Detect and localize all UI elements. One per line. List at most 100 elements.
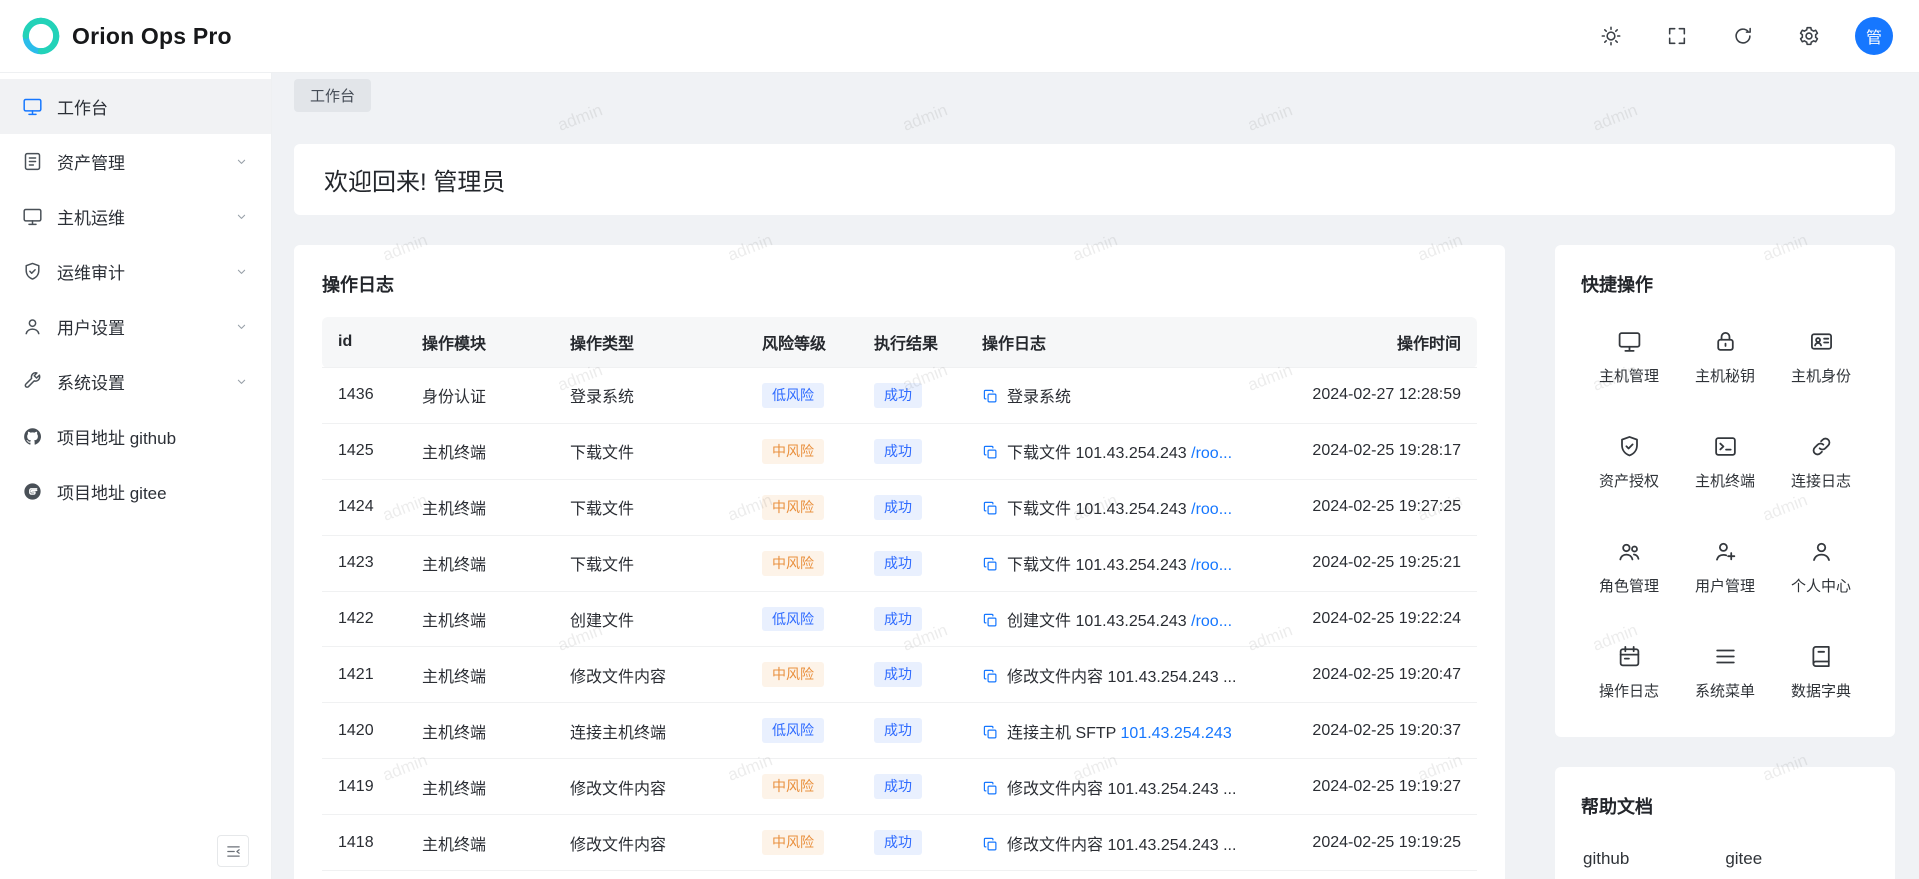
log-text: 修改文件内容 101.43.254.243 ... xyxy=(1007,837,1236,854)
quick-action-label: 系统菜单 xyxy=(1695,680,1755,701)
theme-toggle-button[interactable] xyxy=(1591,16,1631,56)
copy-icon[interactable] xyxy=(982,836,999,853)
cell-time: 2024-02-25 19:19:24 xyxy=(1282,871,1477,879)
cell-module: 主机终端 xyxy=(406,815,554,871)
cell-id: 1419 xyxy=(322,759,406,815)
sun-icon xyxy=(1600,25,1622,47)
quick-action-personal-center[interactable]: 个人中心 xyxy=(1773,539,1869,596)
sidebar-item-system-settings[interactable]: 系统设置 xyxy=(0,354,271,409)
log-link[interactable]: 101.43.254.243 xyxy=(1121,725,1232,742)
terminal-icon xyxy=(1713,434,1738,459)
welcome-title: 欢迎回来! 管理员 xyxy=(324,162,505,197)
help-link-gitee[interactable]: gitee xyxy=(1725,849,1762,869)
quick-action-data-dict[interactable]: 数据字典 xyxy=(1773,644,1869,701)
risk-badge: 中风险 xyxy=(762,551,824,576)
table-row: 1419主机终端修改文件内容中风险成功修改文件内容 101.43.254.243… xyxy=(322,759,1477,815)
copy-icon[interactable] xyxy=(982,612,999,629)
sidebar-item-workbench[interactable]: 工作台 xyxy=(0,79,271,134)
quick-action-label: 主机秘钥 xyxy=(1695,365,1755,386)
cell-module: 主机终端 xyxy=(406,479,554,535)
sidebar-collapse-button[interactable] xyxy=(217,835,249,867)
quick-action-label: 主机管理 xyxy=(1599,365,1659,386)
quick-actions-title: 快捷操作 xyxy=(1581,271,1869,297)
quick-action-label: 用户管理 xyxy=(1695,575,1755,596)
github-icon xyxy=(22,426,43,447)
quick-action-operation-log[interactable]: 操作日志 xyxy=(1581,644,1677,701)
sidebar-item-ops-audit[interactable]: 运维审计 xyxy=(0,244,271,299)
copy-icon[interactable] xyxy=(982,556,999,573)
table-header-row: id操作模块操作类型风险等级执行结果操作日志操作时间 xyxy=(322,317,1477,368)
quick-action-connect-log[interactable]: 连接日志 xyxy=(1773,434,1869,491)
log-text: 下载文件 101.43.254.243 xyxy=(1007,501,1191,518)
sidebar-menu: 工作台资产管理主机运维运维审计用户设置系统设置项目地址 github 项目地址 g… xyxy=(0,79,271,519)
copy-icon[interactable] xyxy=(982,500,999,517)
cell-time: 2024-02-25 19:27:25 xyxy=(1282,479,1477,535)
content-columns: 操作日志 id操作模块操作类型风险等级执行结果操作日志操作时间 1436身份认证… xyxy=(294,245,1895,879)
cell-log: 创建文件 101.43.254.243 /roo... xyxy=(966,591,1282,647)
copy-icon[interactable] xyxy=(982,724,999,741)
cell-log: 修改文件内容 101.43.254.243 ... xyxy=(966,871,1282,879)
cell-id: 1436 xyxy=(322,368,406,424)
log-link[interactable]: /roo... xyxy=(1191,445,1232,462)
sidebar: 工作台资产管理主机运维运维审计用户设置系统设置项目地址 github 项目地址 g… xyxy=(0,73,272,879)
cell-type: 下载文件 xyxy=(554,423,746,479)
user-avatar[interactable]: 管 xyxy=(1855,17,1893,55)
cell-module: 主机终端 xyxy=(406,535,554,591)
chevron-down-icon xyxy=(234,154,249,169)
header-actions: 管 xyxy=(1591,16,1893,56)
sidebar-item-gitee[interactable]: 项目地址 gitee xyxy=(0,464,271,519)
chevron-down-icon xyxy=(234,209,249,224)
quick-action-label: 数据字典 xyxy=(1791,680,1851,701)
copy-icon[interactable] xyxy=(982,668,999,685)
sidebar-item-github[interactable]: 项目地址 github xyxy=(0,409,271,464)
risk-badge: 低风险 xyxy=(762,383,824,408)
copy-icon[interactable] xyxy=(982,388,999,405)
tab-workbench[interactable]: 工作台 xyxy=(294,79,371,112)
cell-log: 登录系统 xyxy=(966,368,1282,424)
quick-action-host-identity[interactable]: 主机身份 xyxy=(1773,329,1869,386)
quick-action-host-terminal[interactable]: 主机终端 xyxy=(1677,434,1773,491)
quick-action-role-manage[interactable]: 角色管理 xyxy=(1581,539,1677,596)
sidebar-item-user-settings[interactable]: 用户设置 xyxy=(0,299,271,354)
copy-icon[interactable] xyxy=(982,444,999,461)
log-link[interactable]: /roo... xyxy=(1191,613,1232,630)
column-header: 操作日志 xyxy=(966,317,1282,368)
cell-type: 创建文件 xyxy=(554,591,746,647)
gear-icon xyxy=(1798,25,1820,47)
quick-action-host-keys[interactable]: 主机秘钥 xyxy=(1677,329,1773,386)
risk-badge: 低风险 xyxy=(762,607,824,632)
copy-icon[interactable] xyxy=(982,780,999,797)
quick-action-host-manage[interactable]: 主机管理 xyxy=(1581,329,1677,386)
log-link[interactable]: /roo... xyxy=(1191,501,1232,518)
page-body: 欢迎回来! 管理员 操作日志 id操作模块操作类型风险等级执行结果操作日志操作时… xyxy=(272,118,1919,879)
help-link-github[interactable]: github xyxy=(1583,849,1629,869)
cell-module: 主机终端 xyxy=(406,591,554,647)
refresh-button[interactable] xyxy=(1723,16,1763,56)
welcome-card: 欢迎回来! 管理员 xyxy=(294,144,1895,215)
cell-time: 2024-02-25 19:28:17 xyxy=(1282,423,1477,479)
refresh-icon xyxy=(1732,25,1754,47)
sidebar-item-label: 工作台 xyxy=(57,94,249,119)
sidebar-item-label: 项目地址 gitee xyxy=(57,479,249,504)
settings-button[interactable] xyxy=(1789,16,1829,56)
assets-icon xyxy=(22,151,43,172)
app-logo-icon xyxy=(22,17,60,55)
cell-id: 1423 xyxy=(322,535,406,591)
table-row: 1425主机终端下载文件中风险成功下载文件 101.43.254.243 /ro… xyxy=(322,423,1477,479)
cell-log: 连接主机 SFTP 101.43.254.243 xyxy=(966,703,1282,759)
sidebar-item-assets[interactable]: 资产管理 xyxy=(0,134,271,189)
quick-action-user-manage[interactable]: 用户管理 xyxy=(1677,539,1773,596)
cell-module: 主机终端 xyxy=(406,703,554,759)
log-link[interactable]: /roo... xyxy=(1191,557,1232,574)
sidebar-item-host-ops[interactable]: 主机运维 xyxy=(0,189,271,244)
cell-risk: 中风险 xyxy=(746,423,858,479)
tools-icon xyxy=(22,371,43,392)
quick-action-system-menu[interactable]: 系统菜单 xyxy=(1677,644,1773,701)
quick-action-asset-auth[interactable]: 资产授权 xyxy=(1581,434,1677,491)
cell-result: 成功 xyxy=(858,535,966,591)
cell-log: 修改文件内容 101.43.254.243 ... xyxy=(966,647,1282,703)
fullscreen-button[interactable] xyxy=(1657,16,1697,56)
result-badge: 成功 xyxy=(874,439,922,464)
cell-module: 身份认证 xyxy=(406,368,554,424)
cell-log: 下载文件 101.43.254.243 /roo... xyxy=(966,535,1282,591)
